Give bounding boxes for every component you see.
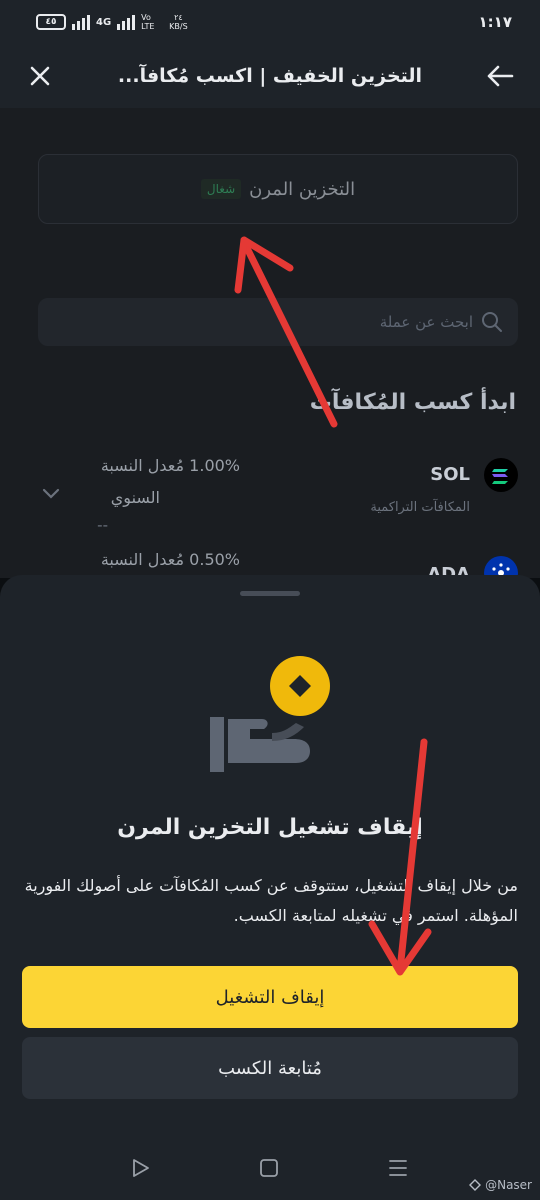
search-icon — [482, 312, 502, 332]
sheet-handle[interactable] — [240, 591, 300, 596]
coin-symbol: SOL — [430, 464, 470, 485]
diamond-logo-icon — [469, 1179, 482, 1191]
status-bar: ٤٥ 4G Vo LTE ٢٤ KB/S ١:١٧ — [0, 0, 540, 44]
status-badge: شغال — [200, 179, 242, 199]
watermark: @Naser — [469, 1178, 532, 1192]
recents-menu-icon[interactable] — [386, 1156, 410, 1180]
flexible-staking-card[interactable]: التخزين المرن شغال — [38, 154, 518, 224]
search-placeholder: ابحث عن عملة — [379, 313, 473, 331]
system-nav-bar: @Naser — [0, 1138, 540, 1200]
sheet-description: من خلال إيقاف التشغيل، ستتوقف عن كسب الم… — [24, 876, 518, 926]
speed-value: ٢٤ KB/S — [169, 13, 188, 31]
sol-icon — [484, 458, 518, 492]
page-title: التخزين الخفيف | اكسب مُكافآ... — [117, 65, 423, 87]
section-title: ابدأ كسب المُكافآت — [309, 390, 516, 415]
volte-indicator: Vo LTE — [141, 13, 155, 31]
battery-icon: ٤٥ — [36, 14, 66, 30]
home-square-icon[interactable] — [257, 1156, 281, 1180]
keep-earning-button[interactable]: مُتابعة الكسب — [22, 1037, 518, 1099]
signal-icon-2 — [117, 14, 136, 30]
watermark-text: @Naser — [485, 1178, 532, 1192]
dash-value: -- — [97, 516, 108, 534]
apr-value: 0.50% مُعدل النسبة — [100, 550, 240, 569]
bottom-sheet: إيقاف تشغيل التخزين المرن من خلال إيقاف … — [0, 575, 540, 1138]
apr-label-line2: السنوي — [110, 488, 160, 507]
flexible-staking-title: التخزين المرن — [249, 178, 356, 200]
apr-value: 1.00% مُعدل النسبة — [100, 456, 240, 475]
signal-icon — [72, 14, 90, 30]
battery-level: ٤٥ — [45, 17, 57, 27]
coin-row-sol[interactable]: SOL المكافآت التراكمية 1.00% مُعدل النسب… — [0, 452, 540, 552]
close-icon[interactable] — [24, 60, 56, 92]
back-triangle-icon[interactable] — [128, 1156, 152, 1180]
network-type: 4G — [96, 16, 112, 28]
coin-subtitle: المكافآت التراكمية — [370, 500, 470, 515]
app-header: التخزين الخفيف | اكسب مُكافآ... — [0, 44, 540, 108]
turn-off-button[interactable]: إيقاف التشغيل — [22, 966, 518, 1028]
chevron-down-icon[interactable] — [42, 488, 60, 500]
clock: ١:١٧ — [478, 13, 512, 31]
search-input[interactable]: ابحث عن عملة — [38, 298, 518, 346]
main-content: التخزين المرن شغال ابحث عن عملة ابدأ كسب… — [0, 108, 540, 590]
status-icons: ٤٥ 4G Vo LTE ٢٤ KB/S — [36, 13, 188, 31]
hand-coin-illustration — [210, 656, 330, 772]
arrow-left-icon[interactable] — [484, 60, 516, 92]
sheet-title: إيقاف تشغيل التخزين المرن — [117, 815, 423, 840]
